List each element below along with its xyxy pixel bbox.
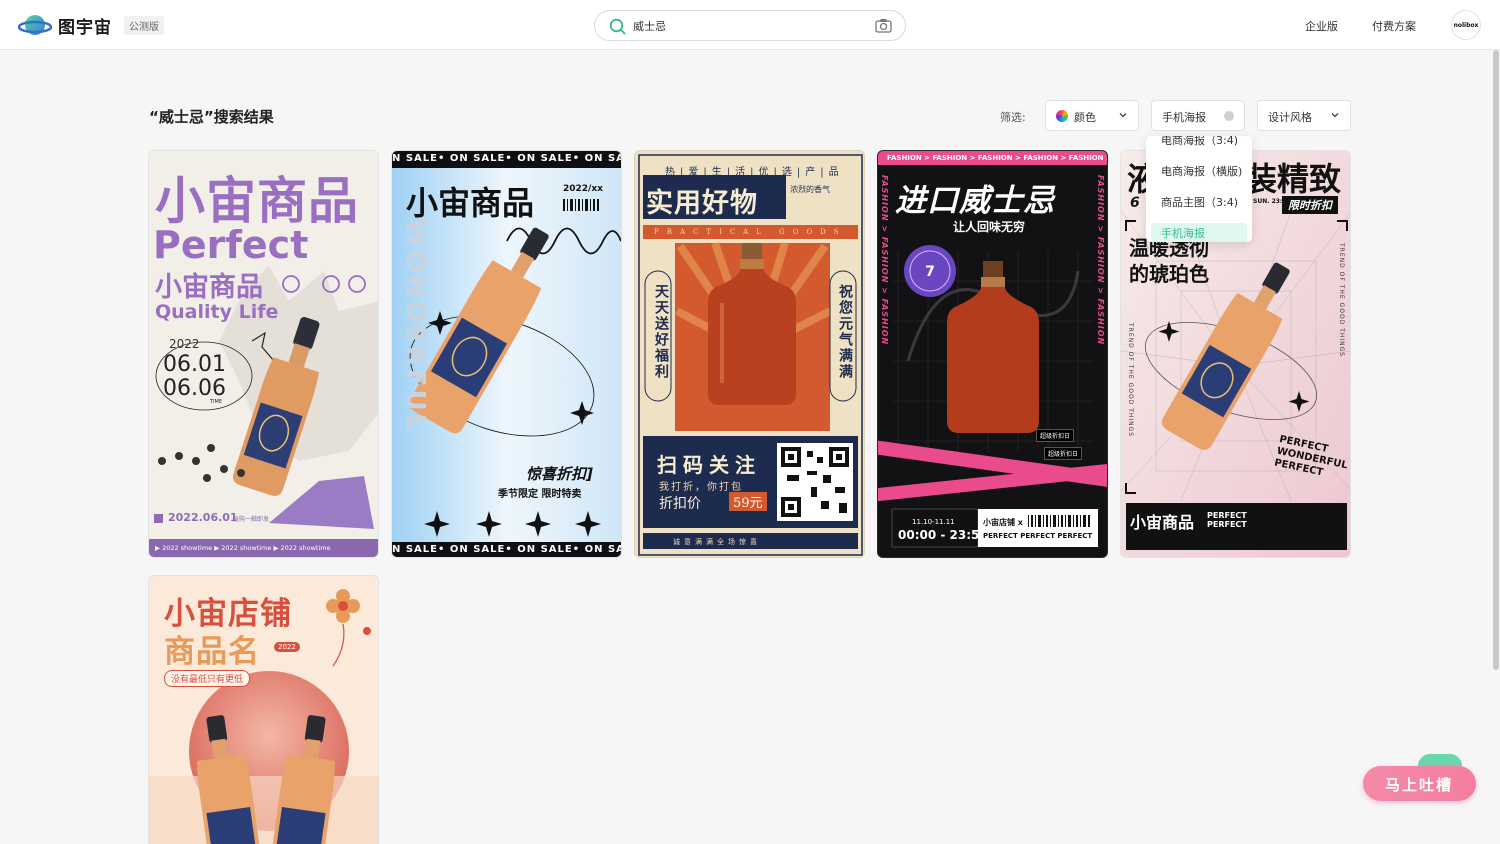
card-promo-2: 季节限定 限时特卖 [498,489,582,500]
card-footer-note: 抢购一触即发 [233,516,270,523]
chevron-down-icon [1119,113,1127,118]
avatar[interactable]: nolibox [1451,10,1481,40]
card-promo: 惊喜折扣] [526,465,593,483]
search-input[interactable] [633,16,863,36]
card-sale-strip-bottom: N SALE• ON SALE• ON SALE• ON SA [392,544,622,555]
card-date-range: 11.10-11.11 [912,518,955,526]
results-title: “威士忌”搜索结果 [149,108,274,126]
enterprise-link[interactable]: 企业版 [1305,18,1338,34]
search-icon[interactable] [609,18,626,35]
dropdown-option[interactable]: 电商海报（3:4) [1151,136,1247,152]
clear-icon[interactable] [1224,111,1234,121]
card-price: 59元 [729,492,767,511]
chevron-down-icon [1331,113,1339,118]
card-tag: 2022/xx [563,184,603,194]
card-bottom-text: 诚意满满全场惊喜 [673,538,761,546]
card-date-2: 06.06 [163,376,226,401]
card-quality: Quality Life [155,301,279,323]
card-side-left: TREND OF THE GOOD THINGS [1127,323,1134,438]
card-english: PRACTICAL GOODS [654,228,847,236]
card-small-text: 浓烈的香气 [790,185,830,194]
feedback-label: 马上吐槽 [1385,776,1454,794]
search-bar [594,10,906,41]
top-header: 图宇宙 公测版 企业版 付费方案 nolibox [0,0,1500,50]
card-year: 2022 [169,337,200,351]
card-bottom-sub: PERFECT PERFECT [1207,511,1247,529]
result-card[interactable]: 小宙店铺 商品名 2022 没有最低只有更低 [148,575,379,844]
filter-label: 筛选: [1000,111,1026,124]
card-side-right: FASHION > FASHION > FASHION [1096,175,1105,346]
card-discount-2: 超级折扣日 [1044,447,1083,460]
card-time: TIME [210,399,223,405]
card-right-vertical: 祝您元气满满 [837,284,853,380]
color-filter-label: 颜色 [1074,111,1096,124]
type-dropdown: 电商海报（3:4) 电商海报（横版) 商品主图（3:4) 手机海报 [1146,136,1252,242]
camera-icon[interactable] [875,18,892,33]
style-filter[interactable]: 设计风格 [1257,100,1351,131]
card-year: 2022 [274,642,300,652]
card-left-vertical: 天天送好福利 [653,284,669,380]
brand-logo[interactable]: 图宇宙 公测版 [17,11,164,39]
color-wheel-icon [1056,110,1068,122]
card-title: 装精致 [1245,160,1342,198]
card-title: 实用好物 [646,188,758,219]
card-shop: 小宙店铺 x [983,518,1023,527]
dropdown-option[interactable]: 电商海报（横版) [1151,161,1247,183]
card-showtime: ▶ 2022 showtime ▶ 2022 showtime ▶ 2022 s… [155,544,331,552]
card-time-range: 00:00 - 23:59 [898,528,988,542]
dropdown-option[interactable]: 商品主图（3:4) [1151,192,1247,214]
brand-name: 图宇宙 [58,17,112,38]
scrollbar[interactable] [1493,50,1499,670]
planet-logo-icon [17,12,53,38]
feedback-button[interactable]: 马上吐槽 [1363,766,1476,801]
card-side-text: WONDERFUL [400,219,430,434]
result-card[interactable]: N SALE• ON SALE• ON SALE• ON SA N SALE• … [391,150,622,558]
card-discount-1: 超级折扣日 [1036,429,1075,442]
card-line-1: 我打折，你打包 [659,482,743,493]
card-low-price: 没有最低只有更低 [164,670,251,687]
card-title-2: 小宙商品 [155,272,263,303]
card-warm-2: 的琥珀色 [1129,262,1209,286]
result-card[interactable]: 热|爱|生|活|优|选|产|品 实用好物 浓烈的香气 PRACTICAL GOO… [634,150,865,558]
result-card[interactable]: 小宙商品 Perfect 小宙商品 Quality Life 2022 06.0… [148,150,379,558]
card-line-2: 折扣价 [659,496,701,512]
card-title: 进口威士忌 [895,183,1055,219]
beta-badge: 公测版 [124,15,164,35]
card-subtitle: 让人回味无穷 [953,220,1026,234]
card-footer-date: 2022.06.01 [168,511,238,524]
card-perfect-line: PERFECT PERFECT PERFECT [983,532,1093,540]
type-filter[interactable]: 手机海报 [1151,100,1245,131]
card-title: 小宙商品 [406,184,535,222]
card-side-left: FASHION > FASHION > FASHION [880,175,889,346]
card-date-1: 06.01 [163,352,226,377]
card-top-text: 热|爱|生|活|优|选|产|品 [665,167,844,178]
color-filter[interactable]: 颜色 [1045,100,1139,131]
type-filter-label: 手机海报 [1162,111,1206,124]
card-product-name: 商品名 [164,634,260,670]
pricing-link[interactable]: 付费方案 [1372,18,1416,34]
dropdown-option-selected[interactable]: 手机海报 [1151,223,1247,242]
card-limited: 限时折扣 [1282,196,1338,214]
card-side-right: TREND OF THE GOOD THINGS [1338,243,1345,358]
card-sale-strip-top: N SALE• ON SALE• ON SALE• ON SA [392,153,622,164]
svg-text:7: 7 [925,264,935,280]
card-number: 6 [1130,195,1140,211]
card-top-strip: FASHION > FASHION > FASHION > FASHION > … [887,154,1108,162]
style-filter-label: 设计风格 [1268,111,1312,124]
result-card[interactable]: 7 FASHION > FASHION > FASHION > FASHION … [877,150,1108,558]
card-perfect: Perfect [153,223,309,267]
card-bottom-title: 小宙商品 [1130,513,1195,532]
card-scan: 扫码关注 [657,453,761,477]
